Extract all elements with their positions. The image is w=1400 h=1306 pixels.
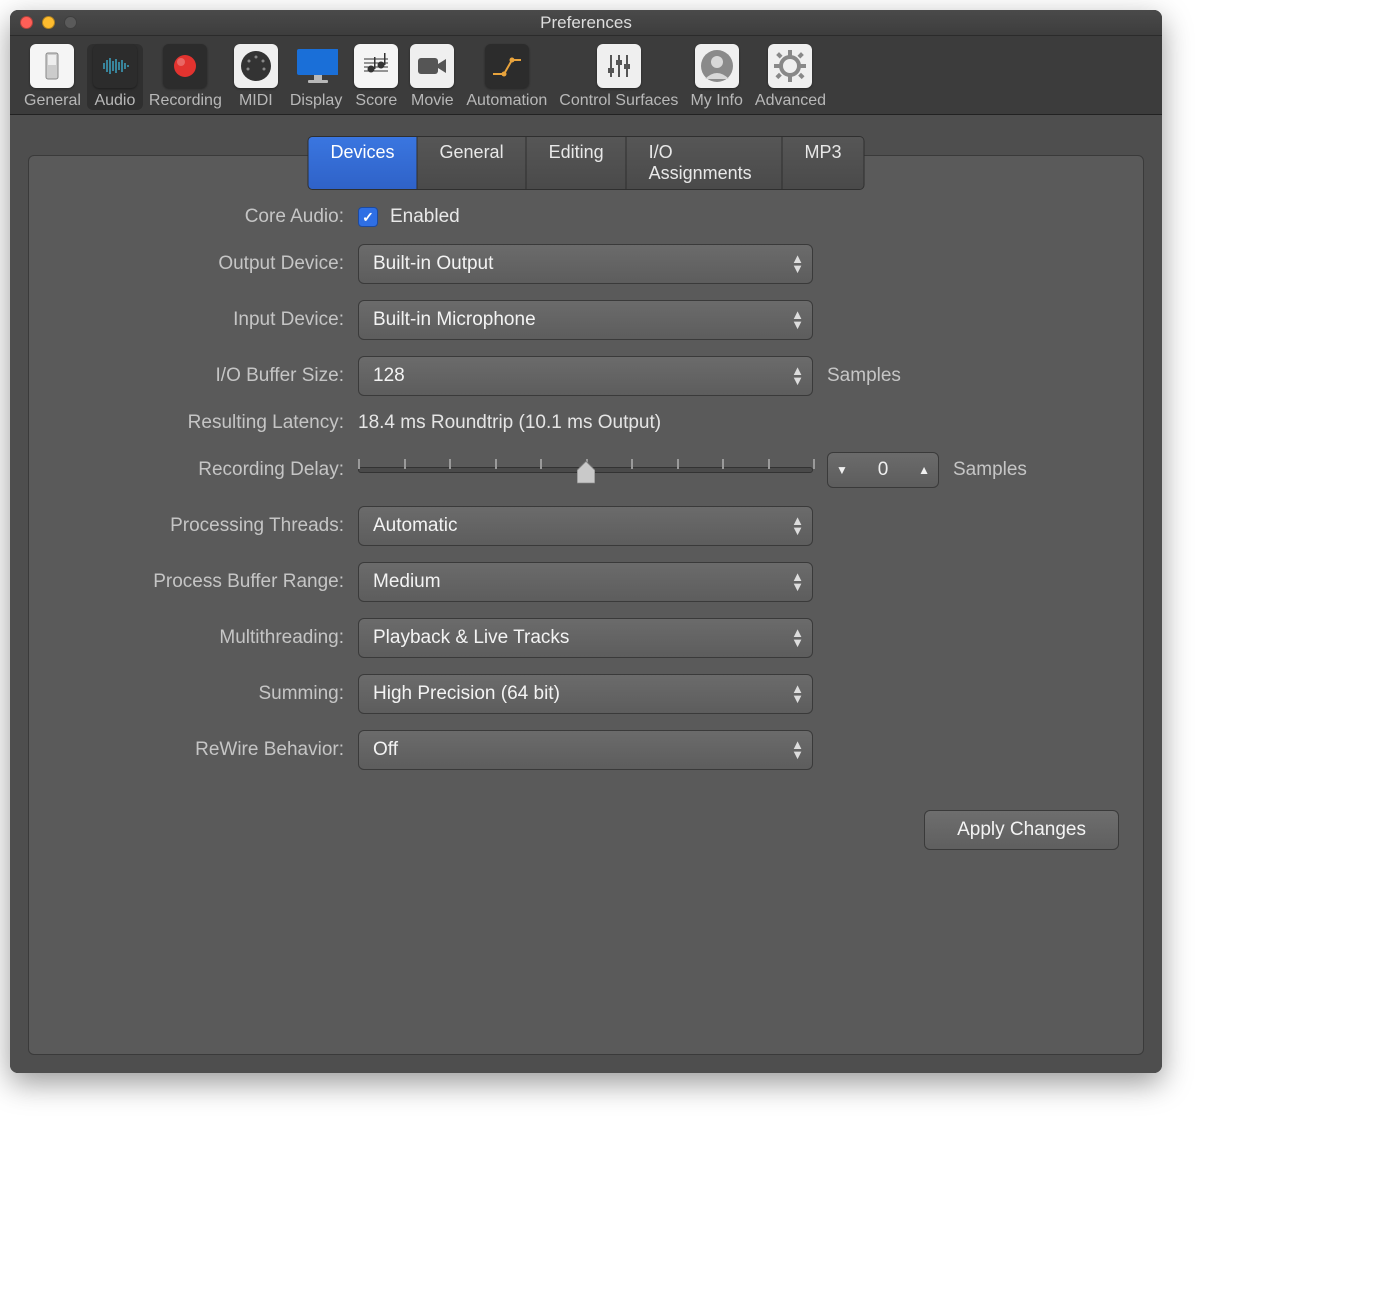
zoom-button[interactable]: [64, 16, 77, 29]
toolbar-item-general[interactable]: General: [18, 44, 87, 110]
switch-icon: [43, 51, 61, 81]
close-button[interactable]: [20, 16, 33, 29]
dropdown-value: Built-in Output: [373, 253, 493, 275]
dropdown-io-buffer[interactable]: 128 ▲▼: [358, 356, 813, 396]
toolbar-label: Control Surfaces: [559, 92, 678, 110]
tab-mp3[interactable]: MP3: [782, 137, 863, 189]
dropdown-value: 128: [373, 365, 405, 387]
dropdown-input-device[interactable]: Built-in Microphone ▲▼: [358, 300, 813, 340]
toolbar-item-midi[interactable]: MIDI: [228, 44, 284, 110]
tab-general[interactable]: General: [418, 137, 527, 189]
display-icon: [294, 46, 338, 86]
window-controls: [20, 16, 77, 29]
midi-icon: [239, 49, 273, 83]
person-icon: [700, 49, 734, 83]
device-form: Core Audio: ✓ Enabled Output Device: Bui…: [59, 206, 1113, 770]
toolbar-label: Automation: [466, 92, 547, 110]
toolbar-item-display[interactable]: Display: [284, 44, 348, 110]
toolbar-label: Advanced: [755, 92, 826, 110]
chevron-down-icon[interactable]: ▼: [836, 463, 848, 477]
score-icon: [361, 51, 391, 81]
toolbar-item-audio[interactable]: Audio: [87, 44, 143, 110]
dropdown-process-buffer-range[interactable]: Medium ▲▼: [358, 562, 813, 602]
label-summing: Summing:: [59, 683, 344, 705]
label-input-device: Input Device:: [59, 309, 344, 331]
dropdown-summing[interactable]: High Precision (64 bit) ▲▼: [358, 674, 813, 714]
toolbar-label: Audio: [94, 92, 135, 110]
updown-icon: ▲▼: [791, 573, 804, 591]
tab-io-assignments[interactable]: I/O Assignments: [627, 137, 783, 189]
label-resulting-latency: Resulting Latency:: [59, 412, 344, 434]
stepper-value: 0: [878, 459, 889, 481]
toolbar-item-automation[interactable]: Automation: [460, 44, 553, 110]
toolbar-item-control-surfaces[interactable]: Control Surfaces: [553, 44, 684, 110]
tab-editing[interactable]: Editing: [527, 137, 627, 189]
dropdown-output-device[interactable]: Built-in Output ▲▼: [358, 244, 813, 284]
label-rewire: ReWire Behavior:: [59, 739, 344, 761]
tab-devices[interactable]: Devices: [309, 137, 418, 189]
dropdown-value: Built-in Microphone: [373, 309, 536, 331]
updown-icon: ▲▼: [791, 517, 804, 535]
record-icon: [171, 52, 199, 80]
waveform-icon: [98, 56, 132, 76]
toolbar-label: Score: [355, 92, 397, 110]
sub-tabs: Devices General Editing I/O Assignments …: [308, 136, 865, 190]
updown-icon: ▲▼: [791, 311, 804, 329]
dropdown-multithreading[interactable]: Playback & Live Tracks ▲▼: [358, 618, 813, 658]
window-title: Preferences: [10, 13, 1162, 33]
faders-icon: [603, 50, 635, 82]
updown-icon: ▲▼: [791, 741, 804, 759]
label-multithreading: Multithreading:: [59, 627, 344, 649]
checkbox-core-audio[interactable]: ✓: [358, 207, 378, 227]
apply-changes-button[interactable]: Apply Changes: [924, 810, 1119, 850]
preferences-window: Preferences General A: [10, 10, 1162, 1073]
toolbar-item-recording[interactable]: Recording: [143, 44, 228, 110]
dropdown-value: Playback & Live Tracks: [373, 627, 569, 649]
label-samples: Samples: [827, 365, 901, 387]
dropdown-rewire[interactable]: Off ▲▼: [358, 730, 813, 770]
dropdown-value: Automatic: [373, 515, 457, 537]
automation-icon: [490, 52, 524, 80]
updown-icon: ▲▼: [791, 685, 804, 703]
toolbar-label: Display: [290, 92, 342, 110]
dropdown-value: High Precision (64 bit): [373, 683, 560, 705]
minimize-button[interactable]: [42, 16, 55, 29]
label-output-device: Output Device:: [59, 253, 344, 275]
chevron-up-icon[interactable]: ▲: [918, 463, 930, 477]
titlebar: Preferences: [10, 10, 1162, 36]
toolbar-label: My Info: [690, 92, 742, 110]
slider-thumb-icon[interactable]: [577, 461, 595, 483]
label-enabled: Enabled: [390, 206, 460, 228]
toolbar: General Audio Recording: [10, 36, 1162, 115]
slider-recording-delay[interactable]: [358, 450, 813, 490]
toolbar-item-my-info[interactable]: My Info: [684, 44, 748, 110]
settings-panel: Devices General Editing I/O Assignments …: [28, 155, 1144, 1055]
toolbar-label: MIDI: [239, 92, 273, 110]
toolbar-label: Recording: [149, 92, 222, 110]
dropdown-processing-threads[interactable]: Automatic ▲▼: [358, 506, 813, 546]
label-samples: Samples: [953, 459, 1027, 481]
updown-icon: ▲▼: [791, 367, 804, 385]
toolbar-item-movie[interactable]: Movie: [404, 44, 460, 110]
label-processing-threads: Processing Threads:: [59, 515, 344, 537]
value-resulting-latency: 18.4 ms Roundtrip (10.1 ms Output): [358, 412, 1113, 434]
label-process-buffer-range: Process Buffer Range:: [59, 571, 344, 593]
updown-icon: ▲▼: [791, 255, 804, 273]
label-io-buffer: I/O Buffer Size:: [59, 365, 344, 387]
updown-icon: ▲▼: [791, 629, 804, 647]
gear-icon: [773, 49, 807, 83]
label-core-audio: Core Audio:: [59, 206, 344, 228]
toolbar-label: Movie: [411, 92, 454, 110]
toolbar-item-advanced[interactable]: Advanced: [749, 44, 832, 110]
toolbar-label: General: [24, 92, 81, 110]
stepper-recording-delay[interactable]: ▼ 0 ▲: [827, 452, 939, 488]
toolbar-item-score[interactable]: Score: [348, 44, 404, 110]
movie-icon: [416, 54, 448, 78]
dropdown-value: Off: [373, 739, 398, 761]
label-recording-delay: Recording Delay:: [59, 459, 344, 481]
dropdown-value: Medium: [373, 571, 441, 593]
content-area: Devices General Editing I/O Assignments …: [10, 115, 1162, 1073]
